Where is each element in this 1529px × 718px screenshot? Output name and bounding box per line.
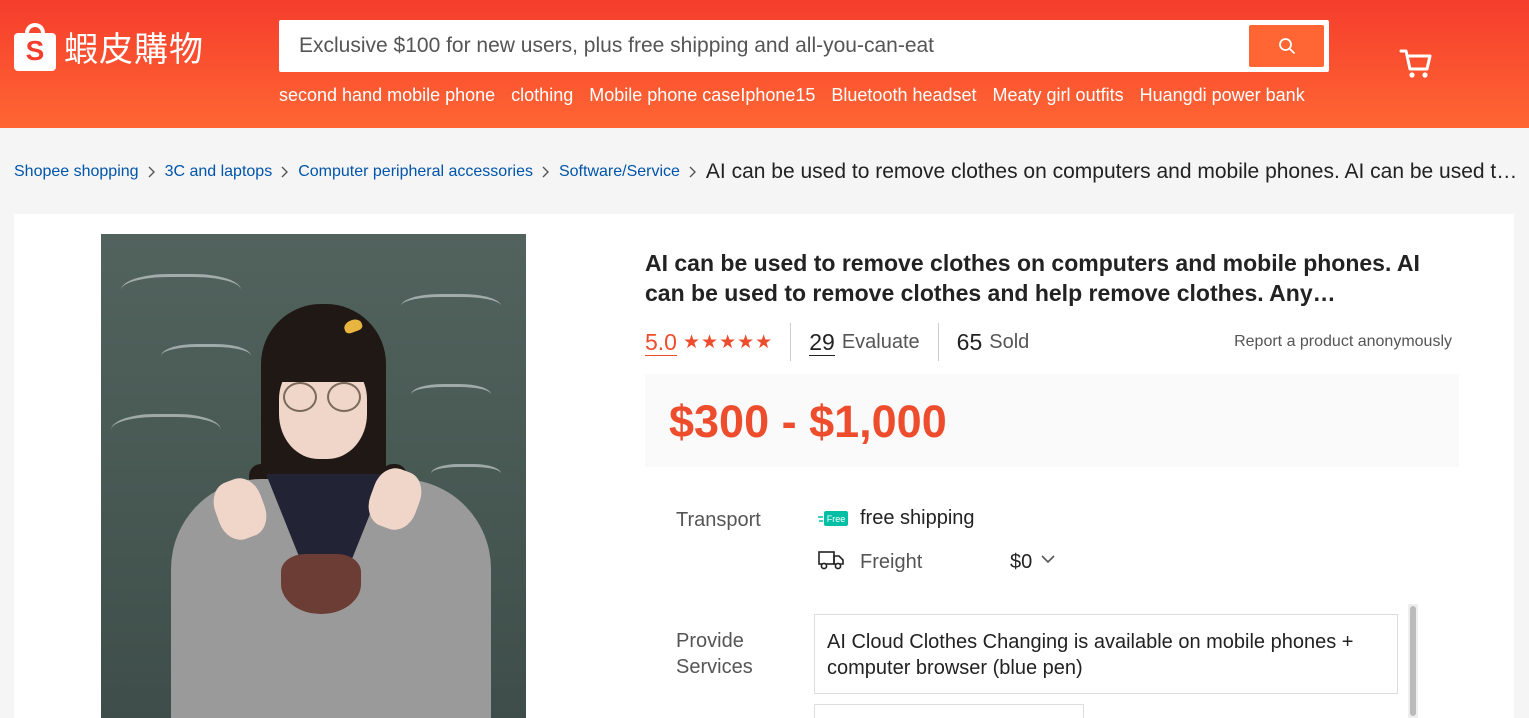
shopee-logo[interactable]: S 蝦皮購物: [14, 22, 204, 71]
search-button[interactable]: [1249, 25, 1324, 67]
service-option[interactable]: AI Cloud Clothes Changing is available o…: [814, 614, 1398, 694]
services-label-line1: Provide: [676, 630, 744, 652]
hot-word-link[interactable]: clothing: [511, 85, 573, 106]
sold-count: 65: [956, 328, 983, 355]
product-panel: AI can be used to remove clothes on comp…: [14, 214, 1514, 718]
hot-search-words: second hand mobile phone clothing Mobile…: [279, 85, 1305, 106]
star-icon: ★: [719, 331, 737, 353]
search-icon: [1278, 38, 1295, 54]
service-option[interactable]: [814, 704, 1084, 718]
evaluate-label: Evaluate: [841, 330, 920, 353]
search-bar: [279, 20, 1329, 72]
product-title: AI can be used to remove clothes on comp…: [645, 250, 1420, 306]
hot-word-link[interactable]: Mobile phone caseIphone15: [589, 85, 815, 106]
divider: [790, 323, 792, 361]
star-icon: ★: [755, 331, 773, 353]
chevron-right-icon: [689, 166, 697, 178]
star-icon: ★: [682, 331, 701, 353]
free-badge-text: Free: [827, 514, 846, 524]
chevron-down-icon[interactable]: [1040, 554, 1056, 566]
header: S 蝦皮購物 second hand mobile phone clothing…: [0, 0, 1529, 128]
price-box: $300 - $1,000: [645, 374, 1459, 467]
hot-word-link[interactable]: Meaty girl outfits: [993, 85, 1124, 106]
breadcrumb-current: AI can be used to remove clothes on comp…: [705, 160, 1519, 183]
breadcrumb-link[interactable]: 3C and laptops: [165, 163, 273, 181]
cart-button[interactable]: [1398, 45, 1434, 86]
chevron-right-icon: [281, 166, 289, 178]
search-input[interactable]: [285, 26, 1245, 66]
product-price: $300 - $1,000: [669, 396, 947, 447]
breadcrumb-link[interactable]: Computer peripheral accessories: [298, 163, 533, 181]
free-shipping-icon: Free: [818, 511, 848, 526]
cart-icon: [1399, 49, 1432, 78]
report-product-link[interactable]: Report a product anonymously: [1234, 333, 1452, 351]
hot-word-link[interactable]: second hand mobile phone: [279, 85, 495, 106]
breadcrumb-link[interactable]: Software/Service: [559, 163, 680, 181]
hot-word-link[interactable]: Huangdi power bank: [1140, 85, 1305, 106]
logo-text: 蝦皮購物: [64, 30, 204, 70]
services-scrollbar[interactable]: [1408, 604, 1418, 718]
freight-label: Freight: [860, 551, 923, 573]
product-image[interactable]: [101, 234, 526, 718]
chevron-right-icon: [148, 166, 156, 178]
star-rating: ★ ★ ★ ★ ★: [683, 331, 772, 353]
truck-icon: [818, 551, 844, 570]
transport-label: Transport: [676, 509, 761, 531]
free-shipping-text: free shipping: [860, 507, 975, 529]
hot-word-link[interactable]: Bluetooth headset: [831, 85, 976, 106]
rating-row: 5.0 ★ ★ ★ ★ ★ 29 Evaluate 65 Sold Report…: [645, 322, 1452, 362]
rating-score[interactable]: 5.0: [645, 329, 677, 356]
services-label-line2: Services: [676, 656, 753, 678]
evaluate-count[interactable]: 29: [809, 329, 835, 356]
divider: [937, 323, 939, 361]
star-icon: ★: [701, 331, 719, 353]
star-icon: ★: [737, 331, 755, 353]
shopping-bag-icon: S: [14, 22, 56, 71]
freight-value[interactable]: $0: [1010, 551, 1032, 574]
breadcrumb: Shopee shopping 3C and laptops Computer …: [14, 160, 1519, 184]
chevron-right-icon: [542, 166, 550, 178]
breadcrumb-link[interactable]: Shopee shopping: [14, 163, 139, 181]
sold-label: Sold: [989, 330, 1030, 353]
scrollbar-thumb[interactable]: [1410, 606, 1416, 716]
